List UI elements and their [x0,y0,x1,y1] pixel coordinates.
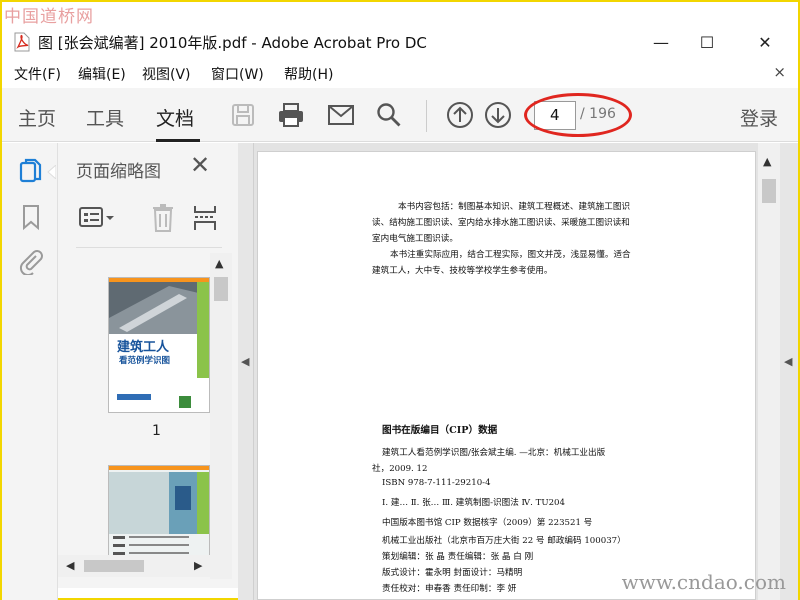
tab-tools[interactable]: 工具 [86,104,124,131]
title-bar: 图 [张会斌编著] 2010年版.pdf - Adobe Acrobat Pro… [2,26,798,58]
right-panel-collapse-strip[interactable]: ◀ [780,143,798,600]
panel-toolbar [76,201,224,237]
tab-home[interactable]: 主页 [18,104,56,131]
page-layout-icon[interactable] [192,203,218,233]
document-scroll-thumb[interactable] [762,179,776,203]
scroll-up-arrow[interactable]: ▲ [215,257,223,270]
menu-help[interactable]: 帮助(H) [284,64,333,84]
left-panel-collapse-strip[interactable]: ◀ [238,143,254,600]
thumbnail-label-1: 1 [152,423,161,439]
save-icon[interactable] [228,100,258,130]
intro-line: 建筑工人，大中专、技校等学校学生参考使用。 [372,266,553,276]
publisher-line: 责任校对：申春香 责任印制：李 妍 [382,584,517,594]
document-view: 本书内容包括：制图基本知识、建筑工程概述、建筑施工图识 读、结构施工图识读、室内… [254,143,780,600]
next-page-icon[interactable] [483,100,513,130]
expand-right-arrow[interactable]: ◀ [784,355,792,368]
panel-pointer-icon [47,165,56,179]
thumbnails-horizontal-scrollbar[interactable]: ◀ ▶ [58,555,210,577]
panel-title: 页面缩略图 [76,162,161,182]
page-thumbnail-1[interactable]: 建筑工人 看范例学识图 [108,277,210,413]
back-cover-image [109,466,209,558]
thumbnails-panel: 页面缩略图 ✕ 建筑工人 看范例学识图 1 ▲ ◀ ▶ [58,143,238,588]
search-icon[interactable] [374,100,404,130]
thumbnails-hscroll-thumb[interactable] [84,560,144,572]
menu-file[interactable]: 文件(F) [14,64,61,84]
menu-edit[interactable]: 编辑(E) [78,64,126,84]
pdf-page: 本书内容包括：制图基本知识、建筑工程概述、建筑施工图识 读、结构施工图识读、室内… [257,151,756,600]
cover-subtitle: 看范例学识图 [119,356,171,366]
publisher-line: 版式设计：霍永明 封面设计：马精明 [382,568,523,578]
navigation-rail [2,143,58,600]
thumbnails-scroll-thumb[interactable] [214,277,228,301]
cover-title: 建筑工人 [117,340,170,355]
highlight-annotation-oval [524,93,632,137]
page-thumbnail-2[interactable] [108,465,210,559]
print-icon[interactable] [276,100,306,130]
publisher-line: 策划编辑：张 晶 责任编辑：张 晶 白 刚 [382,552,534,562]
intro-line: 室内电气施工图识读。 [372,234,458,244]
toolbar-separator [426,100,427,132]
collapse-left-arrow[interactable]: ◀ [241,355,249,368]
panel-divider [76,247,222,248]
active-tab-indicator [156,139,200,142]
watermark-top: 中国道桥网 [4,7,94,27]
cip-line: 社，2009. 12 [372,464,428,474]
intro-line: 本书注重实际应用，结合工程实际，图文并茂，浅显易懂。适合 [390,250,631,260]
maximize-button[interactable]: ☐ [684,28,730,56]
doc-scroll-up-arrow[interactable]: ▲ [763,155,771,168]
menu-view[interactable]: 视图(V) [142,64,191,84]
previous-page-icon[interactable] [445,100,475,130]
document-vertical-scrollbar[interactable]: ▲ [758,143,780,600]
delete-page-icon[interactable] [150,203,176,233]
publisher-line: 机械工业出版社（北京市百万庄大街 22 号 邮政编码 100037） [382,536,626,546]
minimize-button[interactable]: — [638,28,684,56]
cip-line: 中国版本图书馆 CIP 数据核字（2009）第 223521 号 [382,518,593,528]
cip-line: Ⅰ. 建… Ⅱ. 张… Ⅲ. 建筑制图-识图法 Ⅳ. TU204 [382,498,565,508]
scroll-right-arrow[interactable]: ▶ [194,559,202,572]
login-button[interactable]: 登录 [740,104,778,131]
main-toolbar: 主页 工具 文档 4 / 196 登录 [2,88,798,142]
bookmarks-icon[interactable] [18,203,44,231]
tab-document[interactable]: 文档 [156,104,194,131]
panel-close-button[interactable]: ✕ [190,151,210,179]
cip-heading: 图书在版编目（CIP）数据 [382,425,498,436]
watermark-bottom: www.cndao.com [621,570,786,594]
pdf-file-icon [14,32,30,52]
window-title: 图 [张会斌编著] 2010年版.pdf - Adobe Acrobat Pro… [38,34,427,52]
menu-window[interactable]: 窗口(W) [211,64,264,84]
intro-line: 本书内容包括：制图基本知识、建筑工程概述、建筑施工图识 [398,202,631,212]
close-window-button[interactable]: ✕ [742,28,788,56]
email-icon[interactable] [326,100,356,130]
page-thumbnails-icon[interactable] [18,157,44,185]
attachments-icon[interactable] [18,247,44,275]
cip-line: ISBN 978-7-111-29210-4 [382,478,491,488]
intro-line: 读、结构施工图识读、室内给水排水施工图识读、采暖施工图识读和 [372,218,630,228]
thumbnail-options-icon[interactable] [78,205,116,231]
menu-bar: 文件(F) 编辑(E) 视图(V) 窗口(W) 帮助(H) × [2,60,798,86]
scroll-left-arrow[interactable]: ◀ [66,559,74,572]
cip-line: 建筑工人看范例学识图/张会斌主编. —北京：机械工业出版 [382,448,606,458]
menu-close-button[interactable]: × [773,63,786,81]
thumbnails-vertical-scrollbar[interactable]: ▲ [210,253,232,579]
